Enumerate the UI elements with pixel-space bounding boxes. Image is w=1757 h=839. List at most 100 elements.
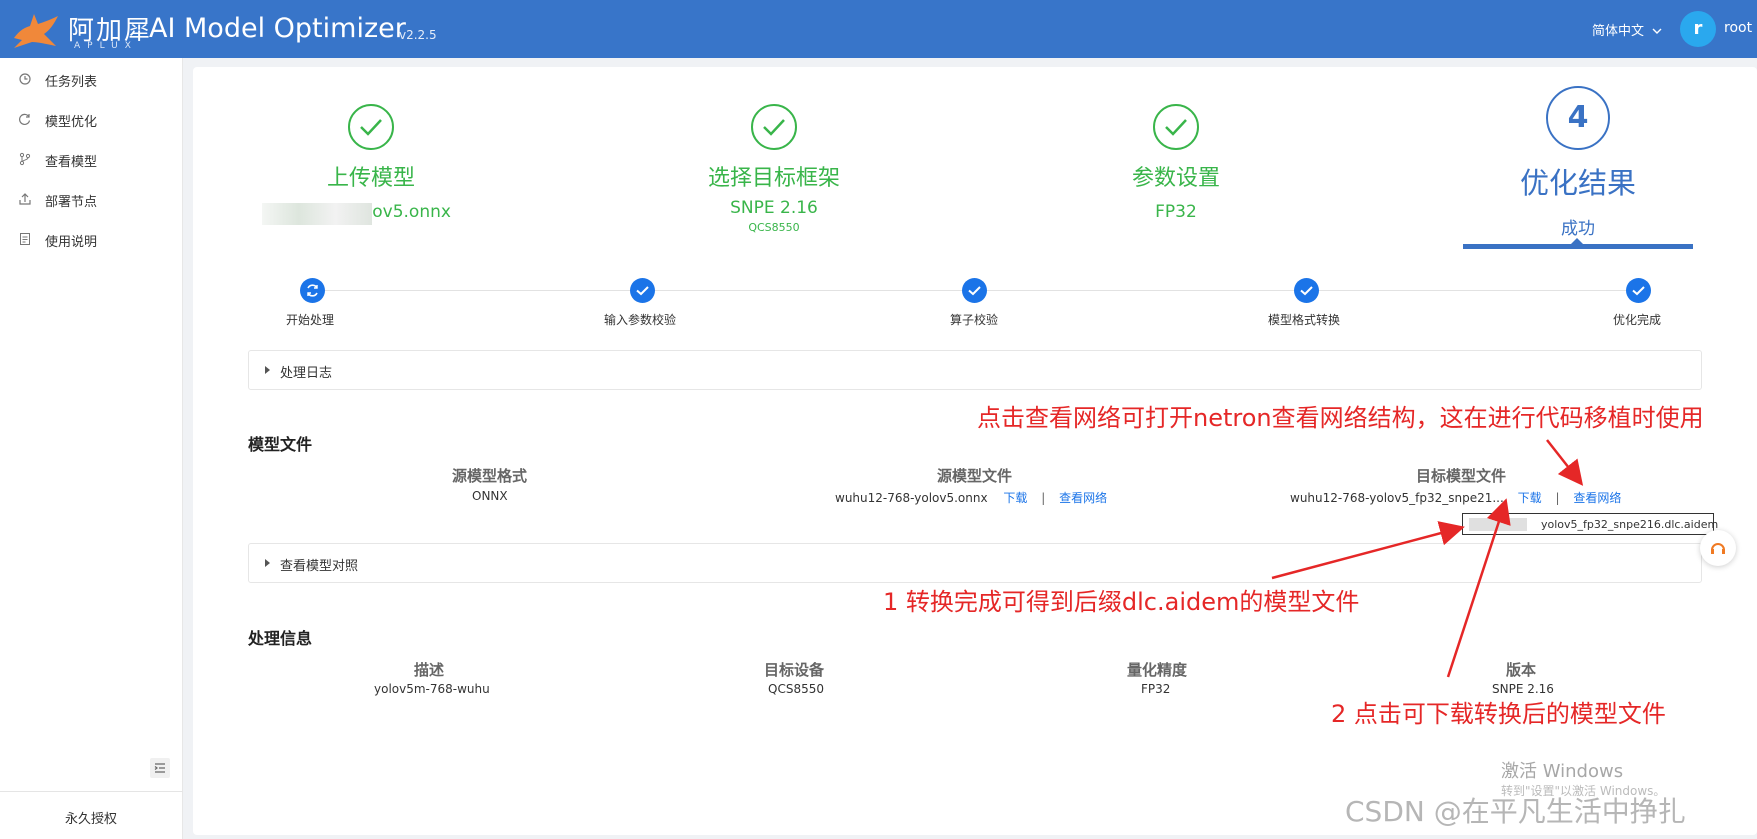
caret-right-icon bbox=[265, 559, 270, 567]
refresh-icon bbox=[19, 113, 31, 125]
step-number-circle: 4 bbox=[1546, 86, 1610, 150]
sidebar-item-user-guide[interactable]: 使用说明 bbox=[0, 222, 183, 258]
progress-node-operator-check bbox=[962, 278, 987, 303]
headset-icon bbox=[1711, 543, 1725, 554]
desc-label: 描述 bbox=[414, 661, 445, 679]
license-label: 永久授权 bbox=[65, 812, 118, 827]
step-precision: FP32 bbox=[1155, 202, 1197, 222]
device-label: 目标设备 bbox=[764, 661, 825, 679]
desc-value: yolov5m-768-wuhu bbox=[374, 682, 490, 696]
target-file-name[interactable]: wuhu12-768-yolov5_fp32_snpe21... bbox=[1290, 491, 1504, 505]
annotation-output-file: 1 转换完成可得到后缀dlc.aidem的模型文件 bbox=[883, 588, 1360, 616]
link-separator: | bbox=[1555, 491, 1560, 505]
source-view-network-link[interactable]: 查看网络 bbox=[1059, 491, 1107, 505]
target-file-row: wuhu12-768-yolov5_fp32_snpe21... 下载 | 查看… bbox=[1290, 489, 1621, 506]
source-file-name: wuhu12-768-yolov5.onnx bbox=[835, 491, 988, 505]
top-header: 阿加犀 APLUX AI Model Optimizer v2.2.5 简体中文… bbox=[0, 0, 1757, 58]
chevron-down-icon bbox=[1652, 28, 1662, 34]
license-footer: 永久授权 bbox=[0, 791, 183, 839]
username[interactable]: root bbox=[1724, 20, 1752, 36]
step-framework: SNPE 2.16 bbox=[730, 198, 818, 218]
step-params: 参数设置 FP32 bbox=[1076, 104, 1276, 222]
aplux-logo-icon bbox=[14, 14, 58, 48]
step-title: 优化结果 bbox=[1519, 166, 1636, 200]
sidebar-item-model-optimize[interactable]: 模型优化 bbox=[0, 102, 183, 138]
app-version: v2.2.5 bbox=[399, 28, 437, 42]
progress-node-done bbox=[1626, 278, 1651, 303]
progress-label: 输入参数校验 bbox=[604, 313, 677, 327]
annotation-download: 2 点击可下载转换后的模型文件 bbox=[1331, 700, 1666, 728]
menu-fold-icon bbox=[154, 763, 165, 773]
precision-value: FP32 bbox=[1141, 682, 1171, 696]
progress-label: 开始处理 bbox=[286, 313, 335, 327]
link-separator: | bbox=[1041, 491, 1046, 505]
step-check-circle bbox=[1153, 104, 1199, 150]
model-compare-panel[interactable]: 查看模型对照 bbox=[248, 543, 1702, 583]
check-icon bbox=[636, 286, 649, 296]
sidebar-item-task-list[interactable]: 任务列表 bbox=[0, 62, 183, 98]
redacted-prefix bbox=[1469, 518, 1527, 531]
sidebar-item-label: 任务列表 bbox=[45, 75, 98, 90]
annotation-view-network: 点击查看网络可打开netron查看网络结构，这在进行代码移植时使用 bbox=[977, 404, 1704, 432]
language-label: 简体中文 bbox=[1592, 24, 1645, 39]
progress-node-convert bbox=[1294, 278, 1319, 303]
step-title: 参数设置 bbox=[1131, 166, 1220, 191]
floating-help-button[interactable] bbox=[1700, 530, 1736, 566]
current-step-pointer bbox=[1571, 238, 1583, 244]
check-icon bbox=[968, 286, 981, 296]
progress-label: 优化完成 bbox=[1613, 313, 1662, 327]
caret-right-icon bbox=[265, 366, 270, 374]
check-icon bbox=[1300, 286, 1313, 296]
windows-activate-watermark: 激活 Windows bbox=[1501, 761, 1624, 782]
csdn-watermark: CSDN @在平凡生活中挣扎 bbox=[1345, 795, 1686, 828]
sidebar-item-label: 查看模型 bbox=[45, 155, 98, 170]
progress-label: 模型格式转换 bbox=[1268, 313, 1341, 327]
target-file-label: 目标模型文件 bbox=[1416, 467, 1507, 485]
version-label: 版本 bbox=[1506, 661, 1537, 679]
check-icon bbox=[1165, 119, 1187, 136]
app-title: AI Model Optimizer bbox=[149, 13, 406, 44]
redacted-filename bbox=[262, 203, 372, 225]
step-device: QCS8550 bbox=[748, 221, 800, 234]
sidebar-item-label: 部署节点 bbox=[45, 195, 98, 210]
step-status: 成功 bbox=[1561, 219, 1595, 239]
check-icon bbox=[763, 119, 785, 136]
history-icon bbox=[19, 73, 31, 85]
current-step-underline bbox=[1463, 244, 1693, 249]
source-file-label: 源模型文件 bbox=[937, 467, 1013, 485]
source-format-value: ONNX bbox=[472, 489, 508, 503]
source-file-row: wuhu12-768-yolov5.onnx 下载 | 查看网络 bbox=[835, 489, 1107, 506]
target-view-network-link[interactable]: 查看网络 bbox=[1573, 491, 1621, 505]
sidebar: 任务列表 模型优化 查看模型 部署节点 使用说明 永久授权 bbox=[0, 58, 183, 839]
step-check-circle bbox=[348, 104, 394, 150]
progress-node-input-check bbox=[630, 278, 655, 303]
device-value: QCS8550 bbox=[768, 682, 824, 696]
panel-label: 查看模型对照 bbox=[280, 559, 359, 574]
sync-icon bbox=[307, 284, 318, 297]
precision-label: 量化精度 bbox=[1127, 661, 1188, 679]
sidebar-item-label: 模型优化 bbox=[45, 115, 98, 130]
sidebar-collapse-button[interactable] bbox=[150, 758, 170, 778]
source-format-label: 源模型格式 bbox=[452, 467, 528, 485]
upload-icon bbox=[19, 193, 31, 205]
sidebar-item-label: 使用说明 bbox=[45, 235, 98, 250]
tooltip-text: yolov5_fp32_snpe216.dlc.aidem bbox=[1541, 518, 1719, 531]
check-icon bbox=[360, 119, 382, 136]
sidebar-item-deploy-node[interactable]: 部署节点 bbox=[0, 182, 183, 218]
document-icon bbox=[20, 233, 30, 245]
step-select-framework: 选择目标框架 SNPE 2.16 QCS8550 bbox=[674, 104, 874, 234]
source-download-link[interactable]: 下载 bbox=[1003, 491, 1027, 505]
process-info-title: 处理信息 bbox=[248, 629, 313, 648]
language-selector[interactable]: 简体中文 bbox=[1592, 20, 1662, 39]
step-title: 上传模型 bbox=[326, 166, 415, 191]
progress-label: 算子校验 bbox=[950, 313, 999, 327]
step-title: 选择目标框架 bbox=[707, 166, 840, 191]
step-check-circle bbox=[751, 104, 797, 150]
processing-log-panel[interactable]: 处理日志 bbox=[248, 350, 1702, 390]
model-files-title: 模型文件 bbox=[248, 435, 313, 454]
avatar[interactable]: r bbox=[1680, 11, 1716, 47]
filename-tooltip: yolov5_fp32_snpe216.dlc.aidem bbox=[1462, 513, 1718, 535]
target-download-link[interactable]: 下载 bbox=[1518, 491, 1542, 505]
sidebar-item-view-model[interactable]: 查看模型 bbox=[0, 142, 183, 178]
branch-icon bbox=[19, 152, 31, 166]
